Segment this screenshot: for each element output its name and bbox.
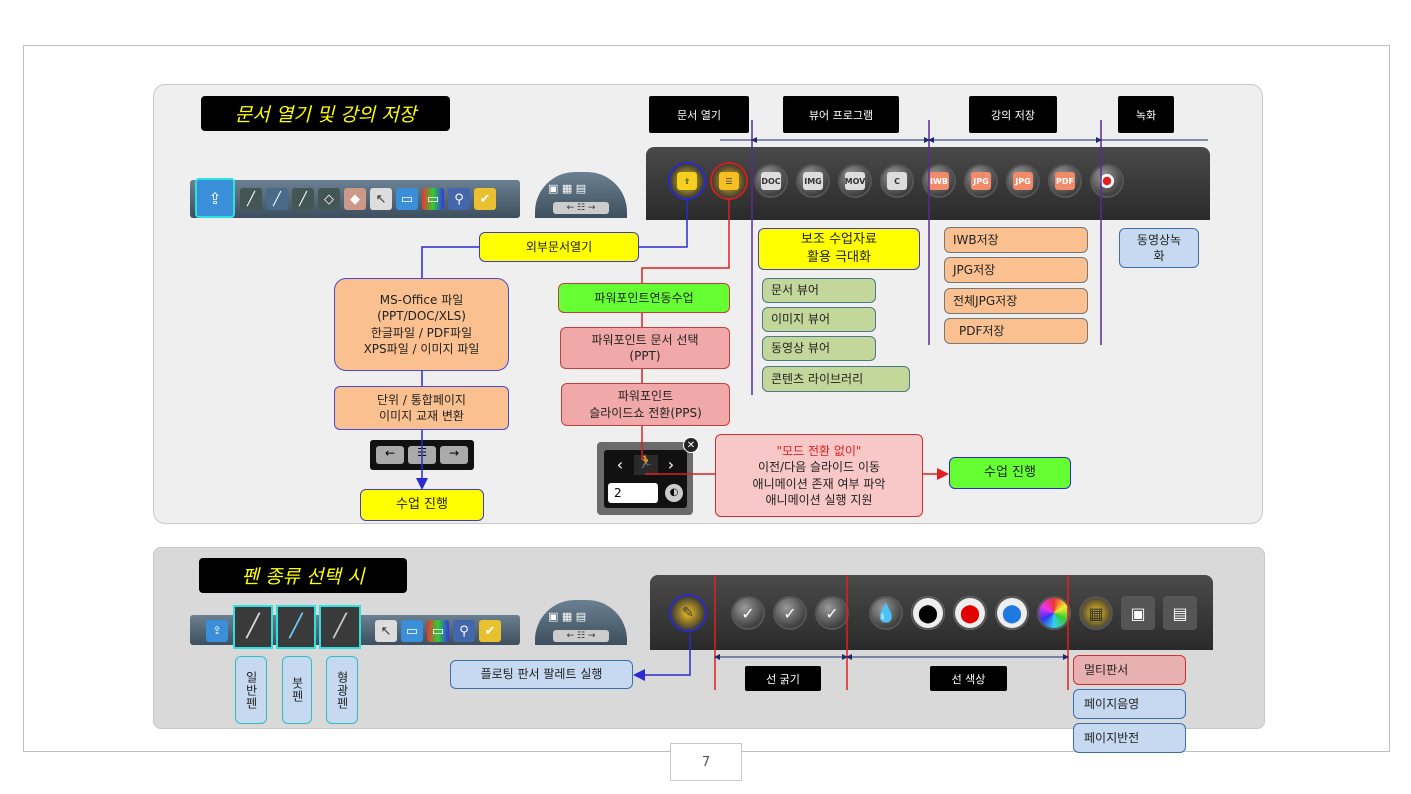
- page-number: 7: [670, 743, 742, 781]
- connector-lines: [416, 120, 1208, 690]
